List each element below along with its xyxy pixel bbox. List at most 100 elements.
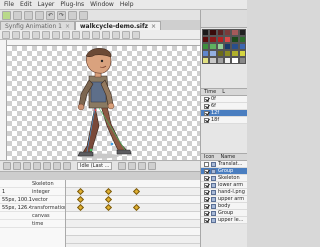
keyframe-row[interactable]: 6f — [201, 103, 247, 110]
past-keyframes-lock-icon[interactable] — [128, 162, 137, 170]
menu-plugins[interactable]: Plug-Ins — [60, 1, 84, 8]
palette-swatch[interactable] — [209, 29, 217, 36]
keyframe-active-checkbox[interactable] — [204, 110, 209, 116]
palette-swatch[interactable] — [224, 43, 232, 50]
grid-icon[interactable] — [62, 30, 70, 39]
future-keyframes-lock-icon[interactable] — [138, 162, 147, 170]
render-icon[interactable] — [68, 11, 77, 20]
param-row[interactable]: 55px, 100.165pt vector — [0, 196, 65, 204]
save-icon[interactable] — [24, 11, 33, 20]
waypoint-marker[interactable] — [132, 203, 141, 212]
param-row[interactable]: 1 integer — [0, 188, 65, 196]
redo-icon[interactable]: ↷ — [57, 11, 66, 20]
layer-visibility-checkbox[interactable] — [204, 210, 209, 216]
palette-swatch[interactable] — [238, 57, 246, 64]
palette-swatch[interactable] — [231, 57, 239, 64]
palette-swatch[interactable] — [202, 36, 210, 43]
param-row[interactable]: canvas — [0, 212, 65, 220]
palette-swatch[interactable] — [224, 57, 232, 64]
zoom-fit-icon[interactable] — [32, 30, 40, 39]
save-as-icon[interactable] — [35, 11, 44, 20]
timetrack-panel[interactable] — [66, 180, 200, 247]
render-mode-icon[interactable] — [122, 30, 130, 39]
palette-swatch[interactable] — [202, 57, 210, 64]
layer-row[interactable]: Group — [201, 210, 247, 217]
layer-row[interactable]: upper arm — [201, 196, 247, 203]
guides-icon[interactable] — [82, 30, 90, 39]
palette-swatch[interactable] — [209, 50, 217, 57]
palette-swatch[interactable] — [224, 50, 232, 57]
menu-edit[interactable]: Edit — [20, 1, 32, 8]
menu-file[interactable]: File — [4, 1, 14, 8]
palette-swatch[interactable] — [209, 57, 217, 64]
keyframe-row[interactable]: 18f — [201, 117, 247, 124]
layer-row[interactable]: upper le... — [201, 217, 247, 224]
keyframe-active-checkbox[interactable] — [204, 117, 209, 123]
palette-swatch[interactable] — [209, 36, 217, 43]
play-icon[interactable] — [33, 162, 41, 170]
keyframe-active-checkbox[interactable] — [204, 96, 209, 102]
layer-visibility-checkbox[interactable] — [204, 161, 209, 167]
undo-icon[interactable]: ↶ — [46, 11, 55, 20]
palette-swatch[interactable] — [216, 36, 224, 43]
seek-begin-icon[interactable] — [3, 162, 11, 170]
quality-icon[interactable] — [92, 30, 100, 39]
palette-swatch[interactable] — [238, 36, 246, 43]
waypoint-marker[interactable] — [76, 187, 85, 196]
layer-row[interactable]: Group — [201, 168, 247, 175]
palette-swatch[interactable] — [238, 29, 246, 36]
layer-visibility-checkbox[interactable] — [204, 189, 209, 195]
layer-visibility-checkbox[interactable] — [204, 175, 209, 181]
toggle-onion-icon[interactable] — [148, 162, 157, 170]
palette-swatch[interactable] — [238, 43, 246, 50]
waypoint-marker[interactable] — [104, 195, 113, 204]
new-file-icon[interactable] — [2, 11, 11, 20]
zoom-out-icon[interactable] — [12, 30, 20, 39]
palette-swatch[interactable] — [209, 43, 217, 50]
low-res-icon[interactable] — [102, 30, 110, 39]
palette-swatch[interactable] — [216, 29, 224, 36]
palette-swatch[interactable] — [216, 43, 224, 50]
next-frame-icon[interactable] — [43, 162, 51, 170]
waypoint-marker[interactable] — [104, 203, 113, 212]
zoom-in-icon[interactable] — [22, 30, 30, 39]
keyframe-row[interactable]: 12f — [201, 110, 247, 117]
layer-visibility-checkbox[interactable] — [204, 168, 209, 174]
open-file-icon[interactable] — [13, 11, 22, 20]
menu-window[interactable]: Window — [90, 1, 114, 8]
mode-selector[interactable]: Idle (Last ... — [77, 162, 113, 170]
param-row[interactable]: Skeleton — [0, 180, 65, 188]
waypoint-marker[interactable] — [132, 187, 141, 196]
waypoint-marker[interactable] — [104, 187, 113, 196]
prev-keyframe-icon[interactable] — [13, 162, 21, 170]
menu-caret-icon[interactable] — [2, 30, 10, 39]
next-keyframe-icon[interactable] — [53, 162, 61, 170]
close-icon[interactable]: × — [65, 23, 70, 30]
color-palette[interactable] — [202, 29, 246, 66]
layer-visibility-checkbox[interactable] — [204, 203, 209, 209]
animation-mode-icon[interactable] — [118, 162, 127, 170]
palette-swatch[interactable] — [202, 50, 210, 57]
canvas-workarea[interactable] — [7, 46, 200, 160]
palette-swatch[interactable] — [231, 29, 239, 36]
layer-visibility-checkbox[interactable] — [204, 217, 209, 223]
param-row[interactable]: 55px, 126.424px transformation — [0, 204, 65, 212]
waypoint-marker[interactable] — [76, 195, 85, 204]
keyframe-active-checkbox[interactable] — [204, 103, 209, 109]
palette-swatch[interactable] — [224, 36, 232, 43]
menu-layer[interactable]: Layer — [38, 1, 55, 8]
layer-row[interactable]: Skeleton — [201, 175, 247, 182]
preview-icon[interactable] — [79, 11, 88, 20]
palette-swatch[interactable] — [216, 50, 224, 57]
layer-visibility-checkbox[interactable] — [204, 182, 209, 188]
layer-row[interactable]: lower arm — [201, 182, 247, 189]
onion-skin-icon[interactable] — [52, 30, 60, 39]
menu-help[interactable]: Help — [120, 1, 134, 8]
layer-row[interactable]: hand-l.png — [201, 189, 247, 196]
palette-swatch[interactable] — [231, 43, 239, 50]
tab-walkcycle-demo[interactable]: walkcycle-demo.sifz × — [75, 21, 162, 30]
layer-row[interactable]: Translat... — [201, 161, 247, 168]
palette-swatch[interactable] — [224, 29, 232, 36]
refresh-icon[interactable] — [42, 30, 50, 39]
tab-synfig-animation-1[interactable]: Synfig Animation 1 × — [0, 21, 76, 30]
